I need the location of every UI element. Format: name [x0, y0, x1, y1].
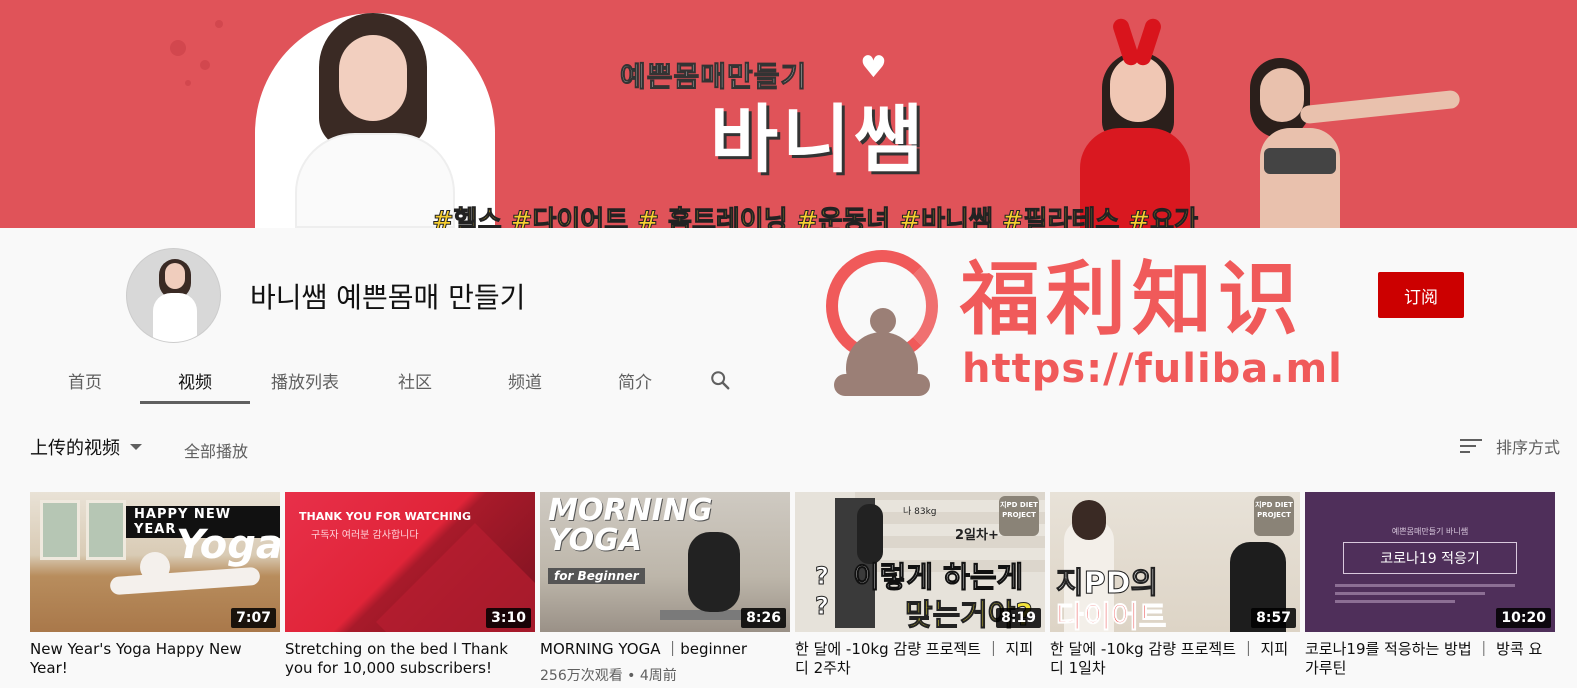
search-icon[interactable]	[690, 354, 750, 406]
thumbnail-text: for Beginner	[548, 568, 645, 584]
question-mark-icon: ?	[815, 562, 830, 591]
channel-tabs: 首页 视频 播放列表 社区 频道 简介	[30, 354, 750, 406]
video-title[interactable]: Stretching on the bed l Thank you for 10…	[285, 640, 535, 678]
sort-button[interactable]: 排序方式	[1460, 434, 1560, 458]
avatar[interactable]	[126, 248, 221, 343]
duration-badge: 8:19	[996, 608, 1041, 628]
duration-badge: 3:10	[486, 608, 531, 628]
video-title[interactable]: 한 달에 -10kg 감량 프로젝트 ｜ 지피디 2주차	[795, 640, 1045, 678]
tab-videos[interactable]: 视频	[140, 354, 250, 406]
uploads-label: 上传的视频	[30, 438, 120, 459]
tab-home[interactable]: 首页	[30, 354, 140, 406]
banner-title: 바니쌤	[710, 97, 927, 183]
video-grid: HAPPY NEW YEAR Yoga 7:07 New Year's Yoga…	[30, 492, 1555, 685]
banner-splat	[170, 40, 186, 56]
video-card[interactable]: MORNING YOGA for Beginner 8:26 MORNING Y…	[540, 492, 790, 685]
sort-icon	[1460, 437, 1482, 455]
channel-name: 바니쌤 예쁜몸매 만들기	[250, 281, 526, 314]
watermark-title: 福利知识	[960, 253, 1304, 346]
thumbnail-badge: 지PD DIET PROJECT	[1254, 496, 1294, 536]
thumbnail-text: 나 83kg	[903, 507, 937, 517]
duration-badge: 8:57	[1251, 608, 1296, 628]
banner-splat	[215, 20, 223, 28]
banner-person-left	[255, 13, 495, 228]
video-title[interactable]: New Year's Yoga Happy New Year!	[30, 640, 280, 678]
play-all-link[interactable]: 全部播放	[184, 438, 248, 462]
video-meta: 256万次观看 • 4周前	[540, 668, 677, 684]
banner-person-center	[1060, 16, 1200, 228]
channel-banner: 예쁜몸매만들기 ♥ 바니쌤 #헬스 #다이어트 # 홈트레이닝 #운동녀 #바니…	[0, 0, 1577, 228]
video-thumbnail[interactable]: 예쁜몸매만들기 바니쌤 코로나19 적응기 10:20	[1305, 492, 1555, 632]
tab-playlists[interactable]: 播放列表	[250, 354, 360, 406]
tab-community[interactable]: 社区	[360, 354, 470, 406]
sort-label: 排序方式	[1496, 438, 1561, 457]
banner-splat	[200, 60, 210, 70]
video-card[interactable]: 예쁜몸매만들기 바니쌤 코로나19 적응기 10:20 코로나19를 적응하는 …	[1305, 492, 1555, 685]
thumbnail-text: MORNING YOGA	[548, 493, 713, 558]
video-title[interactable]: MORNING YOGA ｜beginner	[540, 640, 790, 659]
thumbnail-text: 코로나19 적응기	[1343, 542, 1517, 574]
video-card[interactable]: 나 83kg 2일차+ 지PD DIET PROJECT ? ? 이렇게 하는게…	[795, 492, 1045, 685]
video-title[interactable]: 한 달에 -10kg 감량 프로젝트 ｜ 지피디 1일차	[1050, 640, 1300, 678]
video-thumbnail[interactable]: 나 83kg 2일차+ 지PD DIET PROJECT ? ? 이렇게 하는게…	[795, 492, 1045, 632]
video-thumbnail[interactable]: HAPPY NEW YEAR Yoga 7:07	[30, 492, 280, 632]
video-card[interactable]: THANK YOU FOR WATCHING 구독자 여러분 감사합니다 3:1…	[285, 492, 535, 685]
question-mark-icon: ?	[815, 592, 830, 621]
thumbnail-badge: 지PD DIET PROJECT	[999, 496, 1039, 536]
video-thumbnail[interactable]: THANK YOU FOR WATCHING 구독자 여러분 감사합니다 3:1…	[285, 492, 535, 632]
tab-channels[interactable]: 频道	[470, 354, 580, 406]
thumbnail-text: THANK YOU FOR WATCHING	[299, 510, 472, 523]
banner-splat	[185, 80, 191, 86]
duration-badge: 8:26	[741, 608, 786, 628]
duration-badge: 7:07	[231, 608, 276, 628]
thumbnail-text: 다이어트	[1055, 600, 1167, 633]
thumbnail-text: 2일차+	[955, 528, 999, 543]
watermark: 福利知识 https://fuliba.ml	[826, 250, 1342, 400]
watermark-url: https://fuliba.ml	[962, 346, 1343, 392]
thumbnail-text: Yoga	[176, 522, 280, 568]
tab-about[interactable]: 简介	[580, 354, 690, 406]
uploads-section: 上传的视频 全部播放 排序方式 HAPPY NEW YEAR Yoga 7:07…	[0, 406, 1577, 688]
thumbnail-text: 예쁜몸매만들기 바니쌤	[1391, 527, 1469, 536]
video-title[interactable]: 코로나19를 적응하는 방법 ｜ 방콕 요가루틴	[1305, 640, 1555, 678]
duration-badge: 10:20	[1496, 608, 1551, 628]
video-thumbnail[interactable]: 지PD DIET PROJECT 지PD의 다이어트 8:57	[1050, 492, 1300, 632]
uploads-dropdown[interactable]: 上传的视频	[30, 434, 142, 460]
video-thumbnail[interactable]: MORNING YOGA for Beginner 8:26	[540, 492, 790, 632]
subscribe-button[interactable]: 订阅	[1378, 272, 1464, 318]
thumbnail-text: 구독자 여러분 감사합니다	[311, 530, 419, 541]
video-card[interactable]: 지PD DIET PROJECT 지PD의 다이어트 8:57 한 달에 -10…	[1050, 492, 1300, 685]
banner-hashtags: #헬스 #다이어트 # 홈트레이닝 #운동녀 #바니쌤 #필라테스 #요가	[431, 206, 1199, 229]
banner-person-right	[1230, 28, 1470, 228]
caret-down-icon	[130, 444, 142, 450]
video-card[interactable]: HAPPY NEW YEAR Yoga 7:07 New Year's Yoga…	[30, 492, 280, 685]
